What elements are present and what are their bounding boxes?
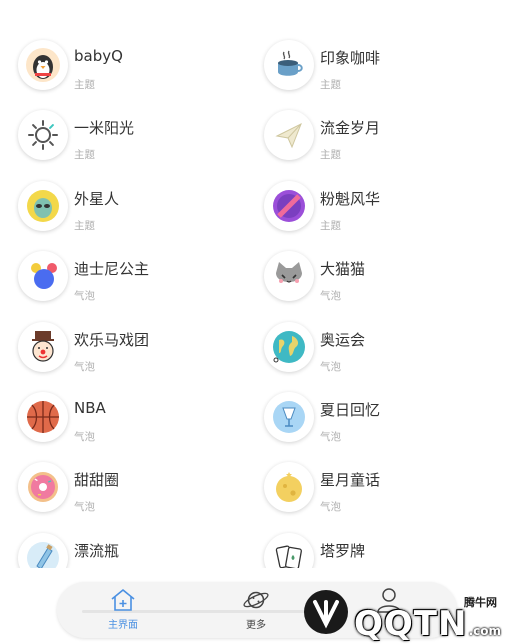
nav-label-more: 更多 [246,620,266,631]
theme-name: 奥运会 [320,331,366,349]
theme-category: 主题 [74,220,95,232]
theme-category: 气泡 [74,431,95,443]
clown-icon [32,331,54,362]
theme-category: 气泡 [74,501,95,513]
theme-thumbnail [264,110,314,160]
planet-icon [243,591,269,609]
theme-item[interactable]: 一米阳光 主题 [18,110,258,178]
site-watermark: 腾牛网 QQTN .com [300,580,507,644]
home-icon [111,589,135,611]
theme-thumbnail [264,40,314,90]
theme-thumbnail [18,110,68,160]
basketball-icon [27,401,59,433]
bubbles-icon [31,263,57,289]
theme-thumbnail [18,40,68,90]
theme-category: 气泡 [320,361,341,373]
nav-label-home: 主界面 [108,620,138,631]
theme-thumbnail [18,462,68,512]
theme-name: 塔罗牌 [320,542,366,560]
donut-icon [28,472,58,502]
theme-category: 主题 [320,220,341,232]
theme-category: 主题 [320,149,341,161]
theme-item[interactable]: 甜甜圈 气泡 [18,462,258,530]
theme-item[interactable]: 流金岁月 主题 [264,110,504,178]
theme-category: 气泡 [320,290,341,302]
theme-category: 气泡 [74,361,95,373]
theme-item[interactable]: 星月童话 气泡 [264,462,504,530]
theme-thumbnail [18,181,68,231]
theme-thumbnail [18,251,68,301]
alien-icon [27,190,59,222]
drink-glass-icon [273,401,305,433]
theme-thumbnail [18,322,68,372]
globe-icon [273,331,305,363]
theme-thumbnail [264,181,314,231]
watermark-logo-text: QQTN [354,604,468,644]
sun-icon [28,120,58,150]
theme-item[interactable]: 夏日回忆 气泡 [264,392,504,460]
striped-ball-icon [273,190,305,222]
theme-name: 一米阳光 [74,119,135,137]
nav-item-home[interactable]: 主界面 [87,586,159,636]
penguin-icon [26,48,60,82]
theme-name: NBA [74,399,106,417]
theme-category: 主题 [74,149,95,161]
theme-thumbnail [264,322,314,372]
theme-item[interactable]: 外星人 主题 [18,181,258,249]
paper-plane-icon [275,122,302,149]
theme-item[interactable]: 粉魁风华 主题 [264,181,504,249]
nav-item-more[interactable]: 更多 [220,586,292,636]
watermark-logo-icon [304,590,348,634]
theme-name: 流金岁月 [320,119,381,137]
theme-item[interactable]: 欢乐马戏团 气泡 [18,322,258,390]
theme-item[interactable]: NBA 气泡 [18,392,258,460]
watermark-suffix: .com [468,624,501,638]
theme-grid: babyQ 主题 印象咖啡 主题 一米阳光 主题 流金岁月 主题 外星人 主题 粉魁风华 主题 迪士尼公… [0,0,507,580]
theme-category: 气泡 [74,290,95,302]
theme-name: 粉魁风华 [320,190,381,208]
theme-thumbnail [264,251,314,301]
theme-name: 外星人 [74,190,120,208]
theme-thumbnail [264,392,314,442]
moon-icon [276,472,302,502]
theme-name: 星月童话 [320,471,381,489]
theme-name: 大猫猫 [320,260,366,278]
theme-thumbnail [264,462,314,512]
theme-name: 迪士尼公主 [74,260,150,278]
theme-category: 气泡 [320,431,341,443]
theme-name: 夏日回忆 [320,401,381,419]
watermark-site-name: 腾牛网 [464,596,497,609]
theme-thumbnail [18,392,68,442]
theme-category: 主题 [74,79,95,91]
theme-category: 主题 [320,79,341,91]
theme-item[interactable]: 奥运会 气泡 [264,322,504,390]
coffee-cup-icon [278,50,303,76]
theme-item[interactable]: 印象咖啡 主题 [264,40,504,108]
theme-name: 漂流瓶 [74,542,120,560]
theme-name: 印象咖啡 [320,49,381,67]
cat-icon [276,262,302,283]
theme-item[interactable]: 迪士尼公主 气泡 [18,251,258,319]
theme-item[interactable]: babyQ 主题 [18,40,258,108]
theme-name: babyQ [74,47,123,65]
theme-name: 甜甜圈 [74,471,120,489]
theme-item[interactable]: 大猫猫 气泡 [264,251,504,319]
theme-name: 欢乐马戏团 [74,331,150,349]
theme-category: 气泡 [320,501,341,513]
